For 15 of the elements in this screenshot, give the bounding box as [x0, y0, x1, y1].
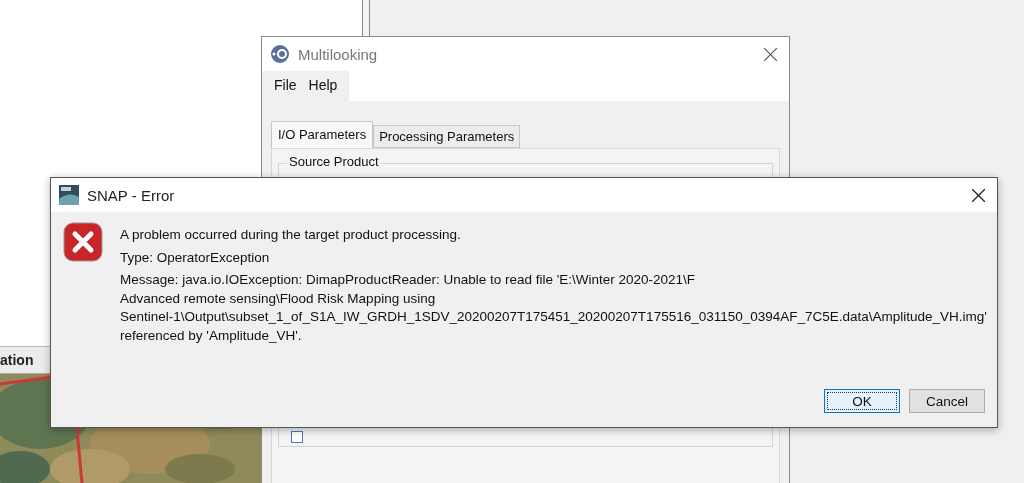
- message-text: Advanced remote sensing\Flood Risk Mapping using: [120, 289, 437, 308]
- tab[interactable]: I/O Parameters: [271, 121, 374, 148]
- ok-button[interactable]: OK: [824, 389, 900, 413]
- message-text: Sentinel-1\Output\subset_1_of_S1A_IW_GRDH_1SDV_20200207T175451_20200207T175516_031150_0394AF_7C5E.data\Amplitude_VH.img': [120, 308, 987, 326]
- dialog-title: SNAP - Error: [87, 186, 176, 204]
- window-title: Multilooking: [298, 45, 379, 63]
- cancel-button[interactable]: Cancel: [909, 389, 985, 413]
- message-text: A problem occurred during the target product processing.: [120, 226, 462, 244]
- tab[interactable]: Processing Parameters: [373, 125, 521, 148]
- message-text: Type: OperatorException: [120, 248, 271, 267]
- message-text: referenced by 'Amplitude_VH'.: [120, 326, 303, 345]
- menu-item[interactable]: File: [268, 71, 303, 101]
- message-text: Message: java.io.IOException: DimapProductReader: Unable to read file 'E:\Winter 2020-2021\F: [120, 271, 697, 289]
- menu-item[interactable]: Help: [302, 71, 344, 101]
- group-title: Source Product: [287, 154, 381, 169]
